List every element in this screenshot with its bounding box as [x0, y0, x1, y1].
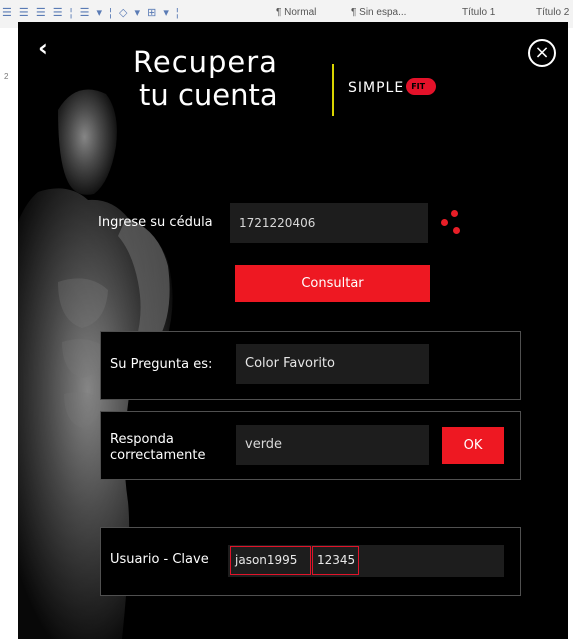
ruler-mark: 2 [4, 72, 9, 81]
style-titulo-2[interactable]: Título 2 [536, 7, 569, 18]
title-line-1: Recupera [133, 45, 278, 79]
chevron-left-icon[interactable]: ‹ [30, 36, 56, 62]
question-label: Su Pregunta es: [110, 357, 213, 372]
style-normal[interactable]: ¶ Normal [276, 7, 316, 18]
close-icon[interactable]: × [528, 39, 556, 67]
password-highlight: 12345 [312, 546, 359, 575]
username-highlight: jason1995 [230, 546, 311, 575]
consultar-button[interactable]: Consultar [235, 265, 430, 302]
question-field: Color Favorito [236, 344, 429, 384]
cedula-label: Ingrese su cédula [98, 215, 213, 230]
style-titulo-1[interactable]: Título 1 [462, 7, 495, 18]
username-value: jason1995 [235, 553, 298, 567]
ok-button[interactable]: OK [442, 427, 504, 464]
cedula-input[interactable]: 1721220406 [230, 203, 428, 243]
password-value: 12345 [317, 553, 356, 567]
background-left-margin: 2 [0, 28, 18, 639]
brand-badge: FIT [406, 78, 437, 95]
answer-label: Responda correctamente [110, 432, 206, 463]
brand-logo: SIMPLE FIT [348, 78, 437, 96]
style-sin-espacio[interactable]: ¶ Sin espa... [351, 7, 406, 18]
recover-account-dialog: ‹ × Recupera tu cuenta SIMPLE FIT Ingrese… [18, 22, 568, 639]
brand-name: SIMPLE [348, 80, 405, 96]
dialog-title: Recupera tu cuenta [133, 46, 278, 112]
background-right-margin [568, 28, 573, 639]
title-line-2: tu cuenta [139, 78, 278, 112]
paragraph-format-icons: ☰ ☰ ☰ ☰ ¦ ☰ ▾ ¦ ◇ ▾ ⊞ ▾ ¦ [2, 7, 181, 19]
brand-divider [332, 64, 334, 116]
answer-input[interactable]: verde [236, 425, 429, 465]
credentials-label: Usuario - Clave [110, 552, 209, 567]
loading-spinner-icon [441, 210, 463, 236]
